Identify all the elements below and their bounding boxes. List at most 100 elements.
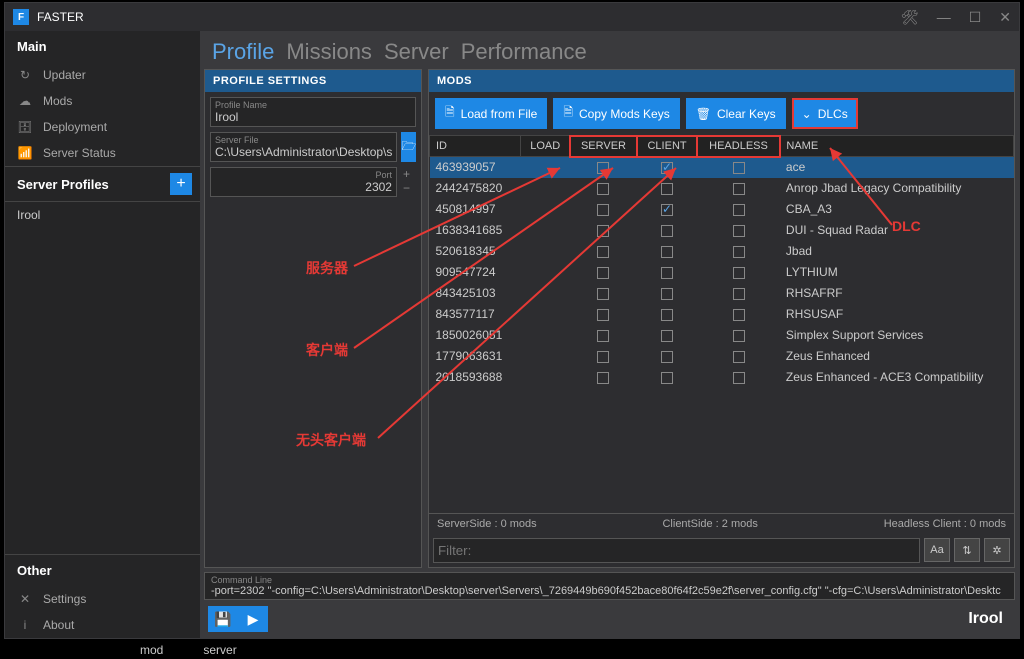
col-id[interactable]: ID bbox=[430, 136, 521, 157]
client-checkbox[interactable] bbox=[661, 288, 673, 300]
table-row[interactable]: 909547724LYTHIUM bbox=[430, 262, 1014, 283]
headless-checkbox[interactable] bbox=[733, 267, 745, 279]
filter-sort-button[interactable]: ⇅ bbox=[954, 538, 980, 562]
sidebar-item-server-status[interactable]: 📶Server Status bbox=[5, 140, 200, 166]
table-row[interactable]: 2442475820Anrop Jbad Legacy Compatibilit… bbox=[430, 178, 1014, 199]
tab-performance[interactable]: Performance bbox=[461, 39, 587, 65]
tab-profile[interactable]: Profile bbox=[212, 39, 274, 65]
load-from-file-button[interactable]: 🗎Load from File bbox=[435, 98, 547, 129]
stats-server: ServerSide : 0 mods bbox=[437, 518, 537, 530]
headless-checkbox[interactable] bbox=[733, 372, 745, 384]
server-checkbox[interactable] bbox=[597, 309, 609, 321]
run-button[interactable]: ▶ bbox=[238, 606, 268, 632]
filter-star-button[interactable]: ✲ bbox=[984, 538, 1010, 562]
client-checkbox[interactable] bbox=[661, 225, 673, 237]
stats-client: ClientSide : 2 mods bbox=[662, 518, 757, 530]
table-row[interactable]: 1779063631Zeus Enhanced bbox=[430, 346, 1014, 367]
copy-mods-keys-button[interactable]: 🗎Copy Mods Keys bbox=[553, 98, 679, 129]
save-button[interactable]: 💾 bbox=[208, 606, 238, 632]
client-checkbox[interactable] bbox=[661, 204, 673, 216]
client-checkbox[interactable] bbox=[661, 330, 673, 342]
server-checkbox[interactable] bbox=[597, 225, 609, 237]
headless-checkbox[interactable] bbox=[733, 183, 745, 195]
client-checkbox[interactable] bbox=[661, 246, 673, 258]
save-icon: 💾 bbox=[214, 611, 231, 628]
filter-input[interactable] bbox=[433, 538, 920, 563]
port-input[interactable]: 2302 bbox=[215, 180, 392, 194]
table-row[interactable]: 843425103RHSAFRF bbox=[430, 283, 1014, 304]
headless-checkbox[interactable] bbox=[733, 309, 745, 321]
headless-checkbox[interactable] bbox=[733, 246, 745, 258]
command-line-value[interactable]: -port=2302 "-config=C:\Users\Administrat… bbox=[211, 585, 1008, 597]
tools-icon[interactable]: 🛠 bbox=[901, 9, 919, 26]
server-checkbox[interactable] bbox=[597, 351, 609, 363]
profile-item-irool[interactable]: Irool bbox=[5, 202, 200, 228]
server-checkbox[interactable] bbox=[597, 372, 609, 384]
server-file-input[interactable]: C:\Users\Administrator\Desktop\s bbox=[215, 145, 392, 159]
mods-panel: MODS 🗎Load from File 🗎Copy Mods Keys 🗑Cl… bbox=[428, 69, 1015, 568]
minimize-button[interactable]: — bbox=[937, 9, 951, 25]
sidebar-item-about[interactable]: iAbout bbox=[5, 612, 200, 638]
close-button[interactable]: ✕ bbox=[999, 9, 1011, 26]
client-checkbox[interactable] bbox=[661, 372, 673, 384]
server-checkbox[interactable] bbox=[597, 330, 609, 342]
port-increment[interactable]: + bbox=[397, 167, 416, 181]
col-load[interactable]: LOAD bbox=[520, 136, 570, 157]
server-checkbox[interactable] bbox=[597, 246, 609, 258]
profile-settings-panel: PROFILE SETTINGS Profile Name Irool Serv… bbox=[204, 69, 422, 568]
cell-id: 1850026051 bbox=[430, 325, 521, 346]
table-row[interactable]: 2018593688Zeus Enhanced - ACE3 Compatibi… bbox=[430, 367, 1014, 388]
server-checkbox[interactable] bbox=[597, 204, 609, 216]
headless-checkbox[interactable] bbox=[733, 351, 745, 363]
headless-checkbox[interactable] bbox=[733, 162, 745, 174]
dlcs-button[interactable]: ⌄DLCs bbox=[792, 98, 858, 129]
server-checkbox[interactable] bbox=[597, 267, 609, 279]
cell-name: CBA_A3 bbox=[780, 199, 1014, 220]
cell-name: RHSUSAF bbox=[780, 304, 1014, 325]
sidebar-item-deployment[interactable]: 🗄Deployment bbox=[5, 114, 200, 140]
server-file-label: Server File bbox=[215, 135, 392, 145]
headless-checkbox[interactable] bbox=[733, 225, 745, 237]
client-checkbox[interactable] bbox=[661, 162, 673, 174]
table-row[interactable]: 520618345 Jbad bbox=[430, 241, 1014, 262]
browse-button[interactable]: 🗁 bbox=[401, 132, 416, 162]
cell-name: Simplex Support Services bbox=[780, 325, 1014, 346]
sidebar-item-mods[interactable]: ☁Mods bbox=[5, 88, 200, 114]
profile-name-input[interactable]: Irool bbox=[215, 110, 411, 124]
command-line-label: Command Line bbox=[211, 575, 1008, 585]
cell-name: Jbad bbox=[780, 241, 1014, 262]
headless-checkbox[interactable] bbox=[733, 204, 745, 216]
clear-keys-button[interactable]: 🗑Clear Keys bbox=[686, 98, 786, 129]
server-checkbox[interactable] bbox=[597, 162, 609, 174]
col-server[interactable]: SERVER bbox=[570, 136, 637, 157]
port-decrement[interactable]: − bbox=[397, 181, 416, 195]
client-checkbox[interactable] bbox=[661, 351, 673, 363]
client-checkbox[interactable] bbox=[661, 309, 673, 321]
maximize-button[interactable]: ☐ bbox=[969, 9, 982, 26]
filter-case-button[interactable]: Aa bbox=[924, 538, 950, 562]
cell-id: 909547724 bbox=[430, 262, 521, 283]
sidebar-item-updater[interactable]: ↻Updater bbox=[5, 62, 200, 88]
col-headless[interactable]: HEADLESS bbox=[697, 136, 780, 157]
table-row[interactable]: 1850026051 Simplex Support Services bbox=[430, 325, 1014, 346]
col-client[interactable]: CLIENT bbox=[637, 136, 697, 157]
server-checkbox[interactable] bbox=[597, 183, 609, 195]
add-profile-button[interactable]: + bbox=[170, 173, 192, 195]
server-checkbox[interactable] bbox=[597, 288, 609, 300]
cell-id: 520618345 bbox=[430, 241, 521, 262]
play-icon: ▶ bbox=[248, 611, 259, 628]
sidebar-item-settings[interactable]: ✕Settings bbox=[5, 586, 200, 612]
client-checkbox[interactable] bbox=[661, 183, 673, 195]
headless-checkbox[interactable] bbox=[733, 330, 745, 342]
headless-checkbox[interactable] bbox=[733, 288, 745, 300]
table-row[interactable]: 1638341685DUI - Squad Radar bbox=[430, 220, 1014, 241]
table-row[interactable]: 463939057ace bbox=[430, 157, 1014, 178]
content: Profile Missions Server Performance PROF… bbox=[200, 31, 1019, 638]
tab-server[interactable]: Server bbox=[384, 39, 449, 65]
table-row[interactable]: 450814997CBA_A3 bbox=[430, 199, 1014, 220]
cell-name: ace bbox=[780, 157, 1014, 178]
tab-missions[interactable]: Missions bbox=[286, 39, 372, 65]
table-row[interactable]: 843577117RHSUSAF bbox=[430, 304, 1014, 325]
client-checkbox[interactable] bbox=[661, 267, 673, 279]
col-name[interactable]: NAME bbox=[780, 136, 1014, 157]
